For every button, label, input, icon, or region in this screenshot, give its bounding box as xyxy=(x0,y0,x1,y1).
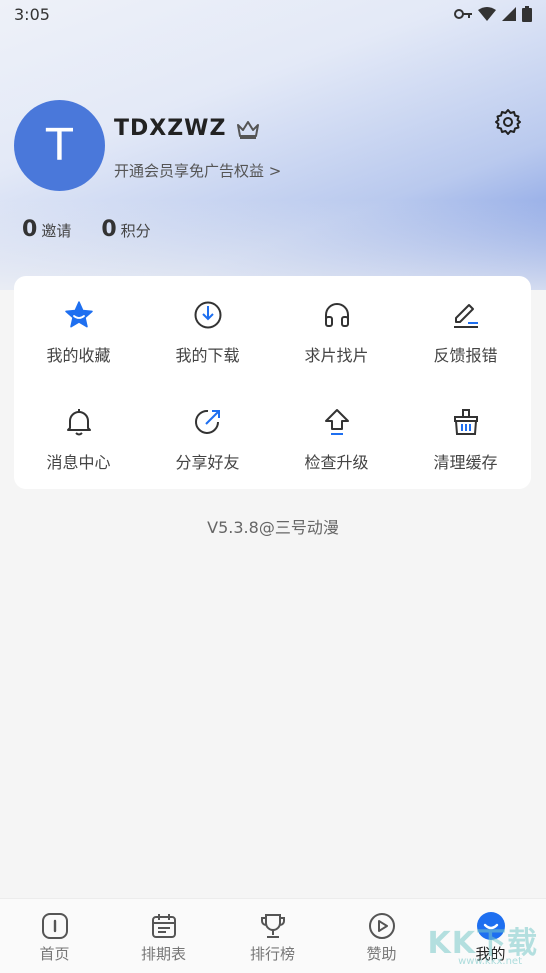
share-icon xyxy=(191,405,225,439)
menu-item-feedback[interactable]: 反馈报错 xyxy=(401,276,530,366)
menu-item-request[interactable]: 求片找片 xyxy=(272,276,401,366)
stats-row: 0 邀请 0 积分 xyxy=(22,217,151,242)
menu-item-label: 清理缓存 xyxy=(433,453,498,472)
stat-label: 积分 xyxy=(120,222,151,240)
menu-item-upgrade[interactable]: 检查升级 xyxy=(272,383,401,473)
download-icon xyxy=(191,298,225,332)
menu-item-label: 求片找片 xyxy=(304,346,369,365)
key-icon xyxy=(454,9,472,19)
status-icons xyxy=(454,6,532,22)
menu-item-clear-cache[interactable]: 清理缓存 xyxy=(401,383,530,473)
wifi-icon xyxy=(478,7,496,21)
stat-value: 0 xyxy=(101,217,117,242)
username-row[interactable]: TDXZWZ xyxy=(114,116,260,141)
version-text: V5.3.8@三号动漫 xyxy=(207,518,339,537)
avatar-letter: T xyxy=(46,120,73,171)
play-circle-icon xyxy=(367,911,397,941)
nav-label: 排期表 xyxy=(140,945,186,963)
menu-item-label: 消息中心 xyxy=(46,453,111,472)
nav-home[interactable]: 首页 xyxy=(0,899,109,973)
gear-icon[interactable] xyxy=(494,108,522,136)
menu-item-label: 我的收藏 xyxy=(46,346,111,365)
bell-icon xyxy=(62,405,96,439)
trophy-icon xyxy=(258,911,288,941)
star-icon xyxy=(62,298,96,332)
stat-label: 邀请 xyxy=(41,222,72,240)
menu-item-label: 反馈报错 xyxy=(433,346,498,365)
menu-item-downloads[interactable]: 我的下载 xyxy=(143,276,272,366)
status-bar: 3:05 xyxy=(0,0,546,30)
nav-label: 赞助 xyxy=(366,945,397,963)
stat-invites[interactable]: 0 邀请 xyxy=(22,217,71,242)
stat-value: 0 xyxy=(22,217,38,242)
menu-item-label: 检查升级 xyxy=(304,453,369,472)
nav-ranking[interactable]: 排行榜 xyxy=(218,899,327,973)
menu-item-messages[interactable]: 消息中心 xyxy=(14,383,143,473)
vip-link[interactable]: 开通会员享免广告权益 > xyxy=(114,160,281,181)
edit-icon xyxy=(449,298,483,332)
menu-item-favorites[interactable]: 我的收藏 xyxy=(14,276,143,366)
watermark-url: www.kkx.net xyxy=(458,956,522,967)
basket-icon xyxy=(449,405,483,439)
calendar-icon xyxy=(149,911,179,941)
menu-item-label: 分享好友 xyxy=(175,453,240,472)
home-icon xyxy=(40,911,70,941)
menu-card: 我的收藏 我的下载 求片找片 反馈报错 消息中心 分享好友 检查升级 清理缓存 xyxy=(14,276,531,489)
status-time: 3:05 xyxy=(14,5,50,24)
menu-grid: 我的收藏 我的下载 求片找片 反馈报错 消息中心 分享好友 检查升级 清理缓存 xyxy=(14,276,531,489)
nav-label: 排行榜 xyxy=(249,945,295,963)
avatar[interactable]: T xyxy=(14,100,105,191)
username: TDXZWZ xyxy=(114,116,227,141)
nav-label: 首页 xyxy=(39,945,70,963)
crown-icon xyxy=(237,120,260,139)
stat-points[interactable]: 0 积分 xyxy=(101,217,150,242)
nav-schedule[interactable]: 排期表 xyxy=(109,899,218,973)
headphones-icon xyxy=(320,298,354,332)
nav-sponsor[interactable]: 赞助 xyxy=(327,899,436,973)
menu-item-share[interactable]: 分享好友 xyxy=(143,383,272,473)
signal-icon xyxy=(502,7,516,21)
menu-item-label: 我的下载 xyxy=(175,346,240,365)
battery-icon xyxy=(522,6,532,22)
upgrade-icon xyxy=(320,405,354,439)
